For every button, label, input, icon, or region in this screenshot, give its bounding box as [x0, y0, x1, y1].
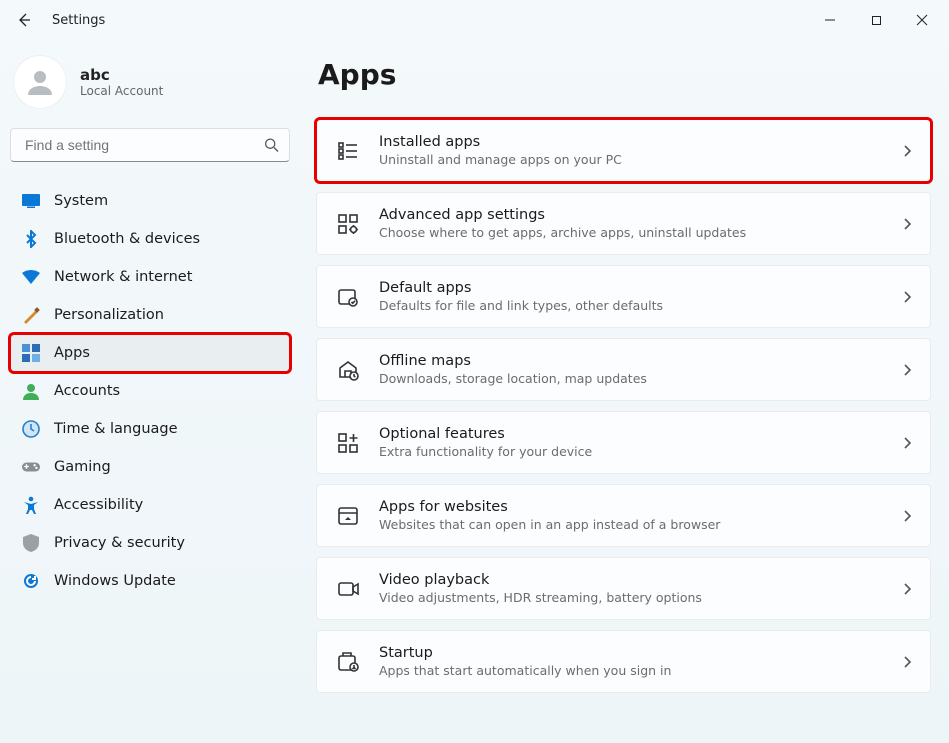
back-button[interactable]	[4, 0, 44, 40]
title-bar: Settings	[0, 0, 949, 40]
offline-maps-icon	[335, 357, 361, 383]
user-header[interactable]: abc Local Account	[10, 40, 290, 128]
sidebar-item-accounts[interactable]: Accounts	[10, 372, 290, 410]
advanced-app-settings-icon	[335, 211, 361, 237]
sidebar-item-label: Time & language	[54, 421, 178, 437]
card-title: Video playback	[379, 572, 884, 588]
chevron-right-icon	[902, 363, 912, 377]
card-title: Offline maps	[379, 353, 884, 369]
sidebar-item-accessibility[interactable]: Accessibility	[10, 486, 290, 524]
startup-icon	[335, 649, 361, 675]
network-internet-icon	[22, 268, 40, 286]
accessibility-icon	[22, 496, 40, 514]
optional-features-icon	[335, 430, 361, 456]
sidebar-item-system[interactable]: System	[10, 182, 290, 220]
sidebar-item-network-internet[interactable]: Network & internet	[10, 258, 290, 296]
time-language-icon	[22, 420, 40, 438]
windows-update-icon	[22, 572, 40, 590]
card-installed-apps[interactable]: Installed apps Uninstall and manage apps …	[316, 119, 931, 182]
accounts-icon	[22, 382, 40, 400]
video-playback-icon	[335, 576, 361, 602]
sidebar-item-label: Bluetooth & devices	[54, 231, 200, 247]
card-video-playback[interactable]: Video playback Video adjustments, HDR str…	[316, 557, 931, 620]
installed-apps-icon	[335, 138, 361, 164]
chevron-right-icon	[902, 582, 912, 596]
gaming-icon	[22, 458, 40, 476]
card-offline-maps[interactable]: Offline maps Downloads, storage location,…	[316, 338, 931, 401]
sidebar-item-label: Apps	[54, 345, 90, 361]
card-title: Optional features	[379, 426, 884, 442]
maximize-button[interactable]	[853, 0, 899, 40]
card-title: Startup	[379, 645, 884, 661]
chevron-right-icon	[902, 436, 912, 450]
default-apps-icon	[335, 284, 361, 310]
apps-for-websites-icon	[335, 503, 361, 529]
settings-list: Installed apps Uninstall and manage apps …	[316, 119, 931, 693]
sidebar-nav: System Bluetooth & devices Network & inter…	[10, 182, 290, 600]
card-title: Installed apps	[379, 134, 884, 150]
sidebar-item-windows-update[interactable]: Windows Update	[10, 562, 290, 600]
card-subtitle: Downloads, storage location, map updates	[379, 371, 884, 386]
card-advanced-app-settings[interactable]: Advanced app settings Choose where to get…	[316, 192, 931, 255]
card-title: Advanced app settings	[379, 207, 884, 223]
card-apps-for-websites[interactable]: Apps for websites Websites that can open …	[316, 484, 931, 547]
maximize-icon	[871, 15, 882, 26]
window-controls	[807, 0, 945, 40]
avatar	[14, 56, 66, 108]
sidebar-item-label: Accessibility	[54, 497, 143, 513]
window-title: Settings	[52, 13, 105, 28]
user-sub: Local Account	[80, 84, 163, 98]
page-title: Apps	[318, 58, 931, 91]
sidebar-item-gaming[interactable]: Gaming	[10, 448, 290, 486]
card-startup[interactable]: Startup Apps that start automatically whe…	[316, 630, 931, 693]
card-subtitle: Choose where to get apps, archive apps, …	[379, 225, 884, 240]
chevron-right-icon	[902, 655, 912, 669]
search-icon	[264, 138, 279, 153]
sidebar-item-time-language[interactable]: Time & language	[10, 410, 290, 448]
minimize-icon	[824, 14, 836, 26]
bluetooth-devices-icon	[22, 230, 40, 248]
system-icon	[22, 192, 40, 210]
sidebar-item-label: Privacy & security	[54, 535, 185, 551]
sidebar-item-label: Network & internet	[54, 269, 192, 285]
sidebar-item-bluetooth-devices[interactable]: Bluetooth & devices	[10, 220, 290, 258]
card-subtitle: Apps that start automatically when you s…	[379, 663, 884, 678]
chevron-right-icon	[902, 144, 912, 158]
sidebar-item-label: System	[54, 193, 108, 209]
person-icon	[23, 65, 57, 99]
sidebar-item-label: Accounts	[54, 383, 120, 399]
close-button[interactable]	[899, 0, 945, 40]
user-name: abc	[80, 66, 163, 84]
sidebar-item-privacy-security[interactable]: Privacy & security	[10, 524, 290, 562]
search-input[interactable]	[23, 136, 255, 154]
privacy-security-icon	[22, 534, 40, 552]
card-optional-features[interactable]: Optional features Extra functionality for…	[316, 411, 931, 474]
chevron-right-icon	[902, 217, 912, 231]
card-subtitle: Defaults for file and link types, other …	[379, 298, 884, 313]
card-subtitle: Uninstall and manage apps on your PC	[379, 152, 884, 167]
search-box[interactable]	[10, 128, 290, 162]
card-subtitle: Video adjustments, HDR streaming, batter…	[379, 590, 884, 605]
sidebar-item-label: Personalization	[54, 307, 164, 323]
card-default-apps[interactable]: Default apps Defaults for file and link t…	[316, 265, 931, 328]
chevron-right-icon	[902, 509, 912, 523]
personalization-icon	[22, 306, 40, 324]
chevron-right-icon	[902, 290, 912, 304]
apps-icon	[22, 344, 40, 362]
sidebar-item-label: Windows Update	[54, 573, 176, 589]
card-subtitle: Extra functionality for your device	[379, 444, 884, 459]
back-arrow-icon	[16, 12, 32, 28]
main-content: Apps Installed apps Uninstall and manage …	[300, 40, 949, 743]
sidebar-item-personalization[interactable]: Personalization	[10, 296, 290, 334]
card-title: Default apps	[379, 280, 884, 296]
close-icon	[916, 14, 928, 26]
sidebar-item-label: Gaming	[54, 459, 111, 475]
card-subtitle: Websites that can open in an app instead…	[379, 517, 884, 532]
card-title: Apps for websites	[379, 499, 884, 515]
sidebar: abc Local Account System Bluetooth & devi…	[0, 40, 300, 743]
minimize-button[interactable]	[807, 0, 853, 40]
sidebar-item-apps[interactable]: Apps	[10, 334, 290, 372]
